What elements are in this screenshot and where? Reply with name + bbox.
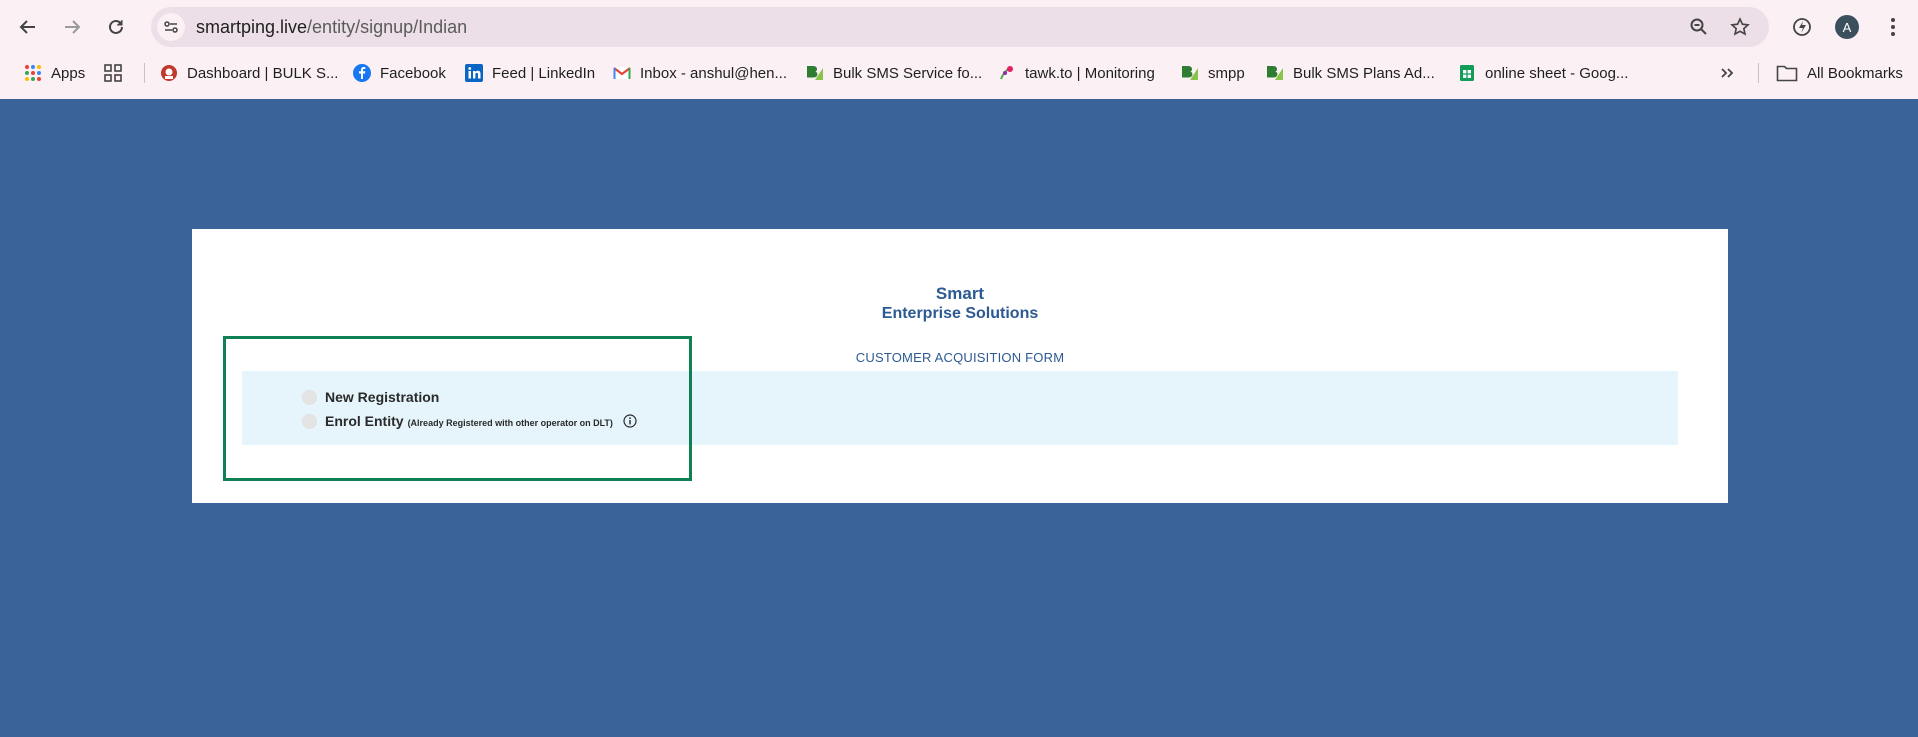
zoom-icon[interactable] [1687, 15, 1711, 39]
annotation-highlight-box [223, 336, 692, 481]
brand-heading: Smart Enterprise Solutions [192, 284, 1728, 323]
bookmark-dashboard[interactable]: Dashboard | BULK S... [160, 61, 338, 85]
all-bookmarks-label: All Bookmarks [1807, 64, 1903, 82]
address-bar[interactable]: smartping.live/entity/signup/Indian [151, 7, 1769, 47]
performance-icon[interactable] [1788, 13, 1816, 41]
bookmark-bulk-sms-service[interactable]: Bulk SMS Service fo... [806, 61, 982, 85]
url-text: smartping.live/entity/signup/Indian [196, 17, 467, 38]
bookmark-star-icon[interactable] [1728, 15, 1752, 39]
bookmark-bulk-sms-plans[interactable]: Bulk SMS Plans Ad... [1266, 61, 1435, 85]
url-host: smartping.live [196, 17, 308, 37]
reload-icon [109, 19, 123, 34]
bookmark-apps[interactable]: Apps [24, 61, 85, 85]
bulksms-favicon [806, 64, 824, 82]
profile-avatar[interactable]: A [1835, 15, 1859, 39]
back-button[interactable] [14, 13, 42, 41]
all-bookmarks-folder[interactable]: All Bookmarks [1776, 61, 1903, 85]
bookmarks-divider [144, 63, 145, 83]
bookmark-label: Feed | LinkedIn [492, 64, 596, 82]
forward-button[interactable] [58, 13, 86, 41]
bookmark-facebook[interactable]: Facebook [353, 61, 446, 85]
url-path: /entity/signup/Indian [307, 17, 468, 37]
bulksms-favicon [1266, 64, 1284, 82]
menu-kebab-icon[interactable] [1879, 13, 1907, 41]
forward-arrow-icon [65, 20, 81, 34]
reload-button[interactable] [102, 13, 130, 41]
bookmark-label: Dashboard | BULK S... [187, 64, 339, 82]
browser-toolbar: smartping.live/entity/signup/Indian A [0, 0, 1918, 54]
bookmark-label: Facebook [380, 64, 446, 82]
bookmark-tawkto[interactable]: tawk.to | Monitoring [998, 61, 1155, 85]
apps-grid-icon [24, 64, 42, 82]
back-arrow-icon [19, 20, 35, 34]
folder-icon [1776, 64, 1798, 82]
bookmark-label: online sheet - Goog... [1485, 64, 1629, 82]
tawkto-favicon [998, 64, 1016, 82]
bulksms-favicon [1181, 64, 1199, 82]
bookmark-smpp[interactable]: smpp [1181, 61, 1245, 85]
tab-groups-button[interactable] [104, 61, 131, 85]
brand-tagline: Enterprise Solutions [881, 305, 1039, 322]
more-bookmarks-button[interactable] [1718, 61, 1745, 85]
bookmark-label: Inbox - anshul@hen... [640, 64, 787, 82]
double-chevron-right-icon [1718, 64, 1736, 82]
bookmark-online-sheet[interactable]: online sheet - Goog... [1458, 61, 1628, 85]
site-info-icon[interactable] [157, 13, 185, 41]
bookmark-linkedin[interactable]: Feed | LinkedIn [465, 61, 595, 85]
bookmark-label: Bulk SMS Plans Ad... [1293, 64, 1435, 82]
sheets-icon [1458, 64, 1476, 82]
gmail-icon [613, 64, 631, 82]
bookmark-label: Bulk SMS Service fo... [833, 64, 983, 82]
bookmark-inbox[interactable]: Inbox - anshul@hen... [613, 61, 787, 85]
facebook-icon [353, 64, 371, 82]
bookmark-label: smpp [1208, 64, 1245, 82]
bookmark-label: Apps [51, 64, 86, 82]
browser-chrome: smartping.live/entity/signup/Indian A Ap… [0, 0, 1918, 99]
dashboard-favicon [160, 64, 178, 82]
brand-name: Smart [935, 284, 985, 303]
bookmarks-bar: Apps Dashboard | BULK S... Facebook Feed… [0, 57, 1918, 89]
tab-groups-icon [104, 64, 122, 82]
bookmarks-divider [1758, 63, 1759, 83]
linkedin-icon [465, 64, 483, 82]
bookmark-label: tawk.to | Monitoring [1025, 64, 1155, 82]
